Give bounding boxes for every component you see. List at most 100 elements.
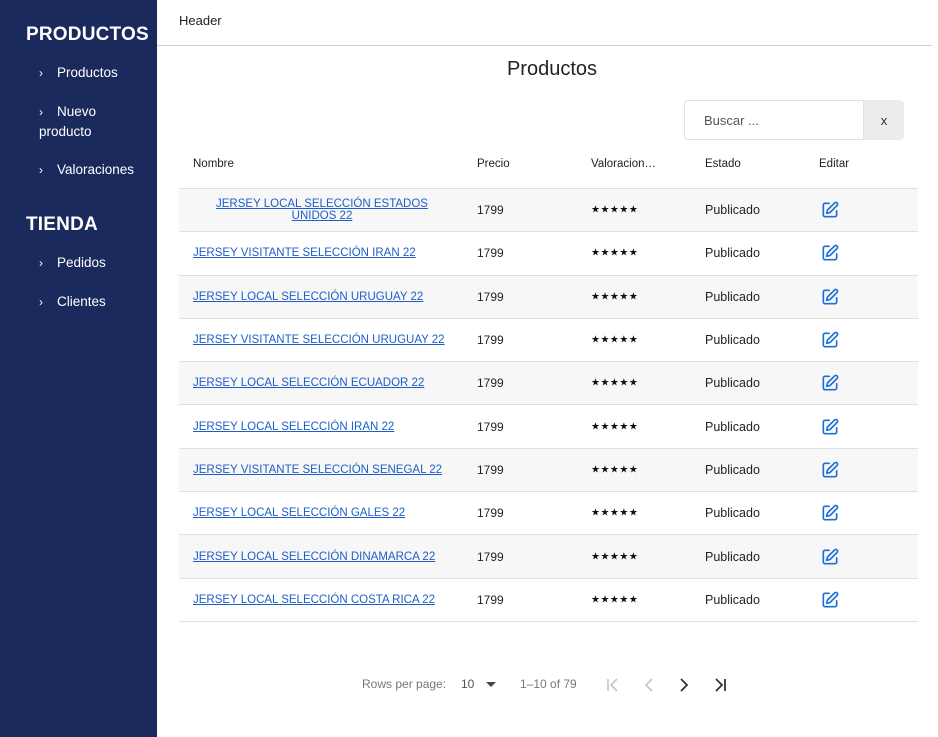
sidebar-section-productos: PRODUCTOS: [26, 24, 149, 45]
chevron-right-icon: ›: [39, 295, 43, 309]
table-header: Nombre Precio Valoracion… Estado Editar: [179, 146, 918, 189]
next-page-button[interactable]: [673, 674, 695, 696]
product-name-cell: JERSEY LOCAL SELECCIÓN GALES 22: [193, 507, 451, 519]
product-status: Publicado: [705, 333, 760, 348]
chevron-right-icon: ›: [39, 105, 43, 119]
sidebar-item-label: Productos: [57, 65, 118, 80]
sidebar-item-label: Valoraciones: [57, 162, 135, 177]
edit-button[interactable]: [820, 200, 840, 220]
sidebar-item-nuevo-producto[interactable]: › Nuevo producto: [39, 102, 149, 141]
product-price: 1799: [477, 333, 504, 348]
product-price: 1799: [477, 506, 504, 521]
edit-button[interactable]: [820, 460, 840, 480]
product-price: 1799: [477, 203, 504, 218]
product-rating: ★★★★★: [591, 594, 639, 606]
chevron-left-icon: [644, 678, 653, 692]
sidebar-item-label: Pedidos: [57, 255, 106, 270]
product-name-link[interactable]: JERSEY VISITANTE SELECCIÓN URUGUAY 22: [193, 334, 445, 346]
product-rating: ★★★★★: [591, 291, 639, 303]
edit-button[interactable]: [820, 373, 840, 393]
product-name-cell: JERSEY LOCAL SELECCIÓN COSTA RICA 22: [193, 594, 451, 606]
product-name-link[interactable]: JERSEY LOCAL SELECCIÓN URUGUAY 22: [193, 291, 423, 303]
product-price: 1799: [477, 289, 504, 304]
edit-icon: [822, 548, 839, 565]
product-name-link[interactable]: JERSEY LOCAL SELECCIÓN DINAMARCA 22: [193, 551, 435, 563]
edit-icon: [822, 461, 839, 478]
product-price: 1799: [477, 549, 504, 564]
edit-icon: [822, 591, 839, 608]
table-body: JERSEY LOCAL SELECCIÓN ESTADOS UNIDOS 22…: [179, 189, 918, 622]
edit-icon: [822, 245, 839, 261]
product-rating: ★★★★★: [591, 507, 639, 519]
product-name-link[interactable]: JERSEY LOCAL SELECCIÓN GALES 22: [193, 507, 405, 519]
search-input[interactable]: [684, 100, 864, 140]
edit-icon: [822, 331, 839, 348]
product-rating: ★★★★★: [591, 377, 639, 389]
table-row: JERSEY LOCAL SELECCIÓN ESTADOS UNIDOS 22…: [179, 189, 918, 233]
rows-per-page-label: Rows per page:: [362, 677, 447, 691]
clear-search-button[interactable]: x: [864, 100, 904, 140]
edit-icon: [822, 418, 839, 435]
table-row: JERSEY VISITANTE SELECCIÓN URUGUAY 22 179…: [179, 319, 918, 363]
product-name-link[interactable]: JERSEY VISITANTE SELECCIÓN SENEGAL 22: [193, 464, 442, 476]
top-header: Header: [157, 0, 932, 46]
product-status: Publicado: [705, 246, 760, 261]
product-name-link[interactable]: JERSEY LOCAL SELECCIÓN COSTA RICA 22: [193, 594, 435, 606]
column-header-estado[interactable]: Estado: [705, 158, 741, 170]
product-name-link[interactable]: JERSEY LOCAL SELECCIÓN IRAN 22: [193, 421, 394, 433]
column-header-nombre[interactable]: Nombre: [193, 158, 234, 170]
chevron-right-icon: ›: [39, 256, 43, 270]
table-row: JERSEY VISITANTE SELECCIÓN SENEGAL 22 179…: [179, 448, 918, 493]
column-header-valoracion[interactable]: Valoracion…: [591, 158, 656, 170]
first-page-button[interactable]: [602, 674, 624, 696]
table-row: JERSEY LOCAL SELECCIÓN GALES 22 1799 ★★★★★…: [179, 492, 918, 536]
product-price: 1799: [477, 419, 504, 434]
edit-button[interactable]: [820, 590, 840, 610]
product-name-link[interactable]: JERSEY VISITANTE SELECCIÓN IRAN 22: [193, 247, 416, 259]
edit-button[interactable]: [820, 417, 840, 437]
last-page-icon: [715, 678, 726, 692]
sidebar-section-tienda: TIENDA: [26, 214, 98, 235]
sidebar-item-productos[interactable]: › Productos: [39, 63, 149, 83]
chevron-right-icon: ›: [39, 66, 43, 80]
sidebar-item-valoraciones[interactable]: › Valoraciones: [39, 160, 149, 180]
product-status: Publicado: [705, 506, 760, 521]
product-name-cell: JERSEY VISITANTE SELECCIÓN URUGUAY 22: [193, 334, 451, 346]
product-rating: ★★★★★: [591, 247, 639, 259]
product-rating: ★★★★★: [591, 464, 639, 476]
table-row: JERSEY LOCAL SELECCIÓN DINAMARCA 22 1799 ★…: [179, 535, 918, 579]
rows-per-page-select[interactable]: 10: [461, 677, 497, 691]
previous-page-button[interactable]: [638, 674, 660, 696]
caret-down-icon: [486, 682, 497, 688]
table-row: JERSEY VISITANTE SELECCIÓN IRAN 22 1799 ★★…: [179, 232, 918, 276]
edit-button[interactable]: [820, 243, 840, 263]
sidebar-item-pedidos[interactable]: › Pedidos: [39, 253, 149, 273]
edit-button[interactable]: [820, 330, 840, 350]
last-page-button[interactable]: [709, 674, 731, 696]
sidebar-item-label: Clientes: [57, 294, 106, 309]
product-price: 1799: [477, 592, 504, 607]
product-name-cell: JERSEY VISITANTE SELECCIÓN IRAN 22: [193, 247, 451, 259]
product-price: 1799: [477, 376, 504, 391]
edit-button[interactable]: [820, 547, 840, 567]
header-text: Header: [179, 13, 222, 28]
column-header-editar: Editar: [819, 158, 850, 170]
edit-button[interactable]: [820, 287, 840, 307]
sidebar-item-clientes[interactable]: › Clientes: [39, 292, 149, 312]
column-header-precio[interactable]: Precio: [477, 158, 510, 170]
table-row: JERSEY LOCAL SELECCIÓN IRAN 22 1799 ★★★★★ P…: [179, 405, 918, 449]
product-name-link[interactable]: JERSEY LOCAL SELECCIÓN ESTADOS UNIDOS 22: [216, 198, 428, 222]
product-rating: ★★★★★: [591, 551, 639, 563]
product-status: Publicado: [705, 592, 760, 607]
product-name-cell: JERSEY VISITANTE SELECCIÓN SENEGAL 22: [193, 464, 451, 476]
product-status: Publicado: [705, 289, 760, 304]
product-name-link[interactable]: JERSEY LOCAL SELECCIÓN ECUADOR 22: [193, 377, 424, 389]
product-status: Publicado: [705, 203, 760, 218]
edit-icon: [822, 504, 839, 521]
product-price: 1799: [477, 462, 504, 477]
product-status: Publicado: [705, 549, 760, 564]
chevron-right-icon: ›: [39, 163, 43, 177]
table-row: JERSEY LOCAL SELECCIÓN URUGUAY 22 1799 ★★★…: [179, 275, 918, 319]
edit-button[interactable]: [820, 503, 840, 523]
product-status: Publicado: [705, 419, 760, 434]
